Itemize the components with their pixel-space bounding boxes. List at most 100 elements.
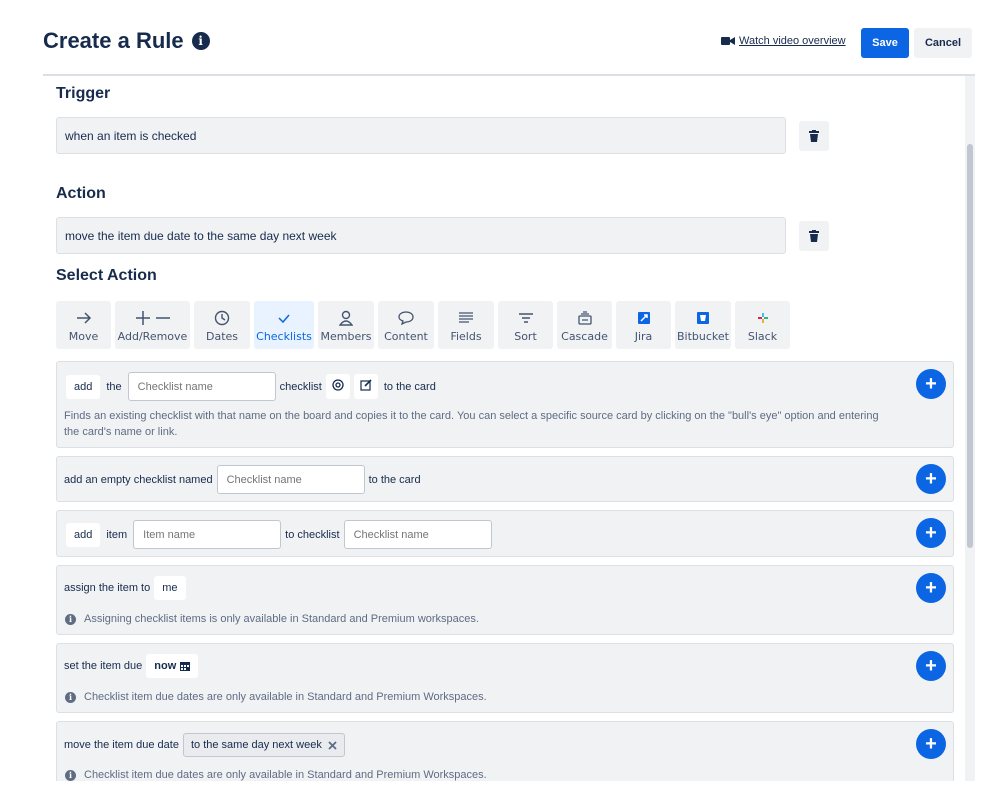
page-title: Create a Rule i <box>43 28 210 54</box>
static-text: set the item due <box>64 660 143 672</box>
assignee-select[interactable]: me <box>154 576 186 600</box>
tab-move[interactable]: Move <box>56 301 111 349</box>
close-icon[interactable] <box>328 740 337 750</box>
page-title-text: Create a Rule <box>43 28 184 53</box>
option-row: move the item due date to the same day n… <box>64 733 345 757</box>
tab-sort[interactable]: Sort <box>498 301 553 349</box>
tab-label: Checklists <box>256 329 312 343</box>
stack-icon <box>577 308 592 328</box>
action-option-move-due: move the item due date to the same day n… <box>56 721 954 781</box>
delete-action-button[interactable] <box>799 221 829 251</box>
tab-content[interactable]: Content <box>378 301 434 349</box>
tab-label: Move <box>68 329 99 343</box>
bulls-eye-button[interactable] <box>325 374 350 399</box>
tab-label: Add/Remove <box>117 329 188 343</box>
tab-jira[interactable]: Jira <box>616 301 671 349</box>
action-option-set-due: set the item due now i Checklist item du… <box>56 643 954 713</box>
due-date-select[interactable]: now <box>146 654 199 678</box>
edit-button[interactable] <box>353 374 378 399</box>
static-text: item <box>106 528 128 541</box>
static-text: checklist <box>279 380 322 393</box>
option-row: add item to checklist <box>66 520 492 549</box>
static-text: to the card <box>368 473 421 486</box>
action-option-empty-checklist: add an empty checklist named to the card… <box>56 456 954 502</box>
tab-dates[interactable]: Dates <box>194 301 250 349</box>
add-action-button[interactable]: + <box>916 573 946 603</box>
tab-label: Fields <box>450 329 482 343</box>
video-camera-icon <box>721 37 735 45</box>
tab-members[interactable]: Members <box>318 301 374 349</box>
trigger-heading: Trigger <box>56 85 111 102</box>
action-heading: Action <box>56 185 106 202</box>
tab-label: Members <box>320 329 372 343</box>
checklist-name-input[interactable] <box>127 372 276 401</box>
tab-bitbucket[interactable]: Bitbucket <box>675 301 731 349</box>
action-option-assign-item: assign the item to me i Assigning checkl… <box>56 565 954 635</box>
tab-checklists[interactable]: Checklists <box>254 301 314 349</box>
option-row: set the item due now <box>64 654 199 678</box>
item-name-input[interactable] <box>133 520 282 549</box>
action-tabs: Move Add/Remove Dates Checklists Members… <box>56 301 790 349</box>
info-icon: i <box>65 769 76 781</box>
info-icon: i <box>65 613 76 625</box>
clock-icon <box>214 308 230 328</box>
tab-label: Cascade <box>561 329 608 343</box>
person-icon <box>339 308 353 328</box>
tab-label: Slack <box>747 329 778 343</box>
speech-bubble-icon <box>398 308 414 328</box>
static-text: assign the item to <box>64 582 151 594</box>
scrollbar[interactable] <box>965 76 975 781</box>
add-action-button[interactable]: + <box>916 729 946 759</box>
arrow-right-icon <box>76 308 92 328</box>
header: Create a Rule i Watch video overview Sav… <box>0 0 999 75</box>
tab-fields[interactable]: Fields <box>438 301 494 349</box>
tab-label: Jira <box>634 329 653 343</box>
trigger-box: when an item is checked <box>56 117 786 154</box>
note-text: Checklist item due dates are only availa… <box>84 769 487 781</box>
static-text: to the card <box>383 380 436 393</box>
check-icon <box>277 308 291 328</box>
tab-add-remove[interactable]: Add/Remove <box>115 301 190 349</box>
watch-video-link[interactable]: Watch video overview <box>721 35 846 47</box>
bitbucket-icon <box>697 308 709 328</box>
tab-label: Sort <box>514 329 537 343</box>
option-note: i Checklist item due dates are only avai… <box>65 691 487 703</box>
tab-slack[interactable]: Slack <box>735 301 790 349</box>
tab-label: Bitbucket <box>677 329 729 343</box>
scrollbar-thumb[interactable] <box>967 144 973 548</box>
tag-label: to the same day next week <box>190 739 322 751</box>
option-description: Finds an existing checklist with that na… <box>64 410 879 438</box>
note-text: Checklist item due dates are only availa… <box>84 691 487 703</box>
add-toggle[interactable]: add <box>66 522 101 547</box>
trash-icon <box>809 130 819 142</box>
filter-icon <box>518 308 533 328</box>
jira-icon <box>637 308 650 328</box>
action-option-copy-checklist: add the checklist to the card Finds an e… <box>56 361 954 448</box>
save-button[interactable]: Save <box>861 28 909 58</box>
tab-label: Dates <box>205 329 239 343</box>
cancel-button[interactable]: Cancel <box>914 28 972 58</box>
select-action-heading: Select Action <box>56 267 157 284</box>
add-action-button[interactable]: + <box>916 464 946 494</box>
add-action-button[interactable]: + <box>916 518 946 548</box>
info-icon: i <box>65 691 76 703</box>
info-icon[interactable]: i <box>191 32 210 50</box>
action-box: move the item due date to the same day n… <box>56 217 786 254</box>
tab-cascade[interactable]: Cascade <box>557 301 612 349</box>
slack-icon <box>757 308 768 328</box>
add-toggle[interactable]: add <box>66 374 101 399</box>
watch-video-label[interactable]: Watch video overview <box>739 35 846 47</box>
checklist-name-input[interactable] <box>216 465 365 494</box>
static-text: move the item due date <box>64 739 179 751</box>
calendar-icon <box>180 662 191 671</box>
static-text: add an empty checklist named <box>64 473 213 486</box>
add-action-button[interactable]: + <box>916 651 946 681</box>
add-action-button[interactable]: + <box>916 369 946 399</box>
checklist-name-input[interactable] <box>343 520 492 549</box>
option-row: add an empty checklist named to the card <box>64 465 421 494</box>
due-offset-tag[interactable]: to the same day next week <box>182 733 345 757</box>
delete-trigger-button[interactable] <box>799 121 829 151</box>
static-text: the <box>106 380 122 393</box>
rule-editor: Trigger when an item is checked Action m… <box>43 76 975 781</box>
note-text: Assigning checklist items is only availa… <box>84 613 479 625</box>
